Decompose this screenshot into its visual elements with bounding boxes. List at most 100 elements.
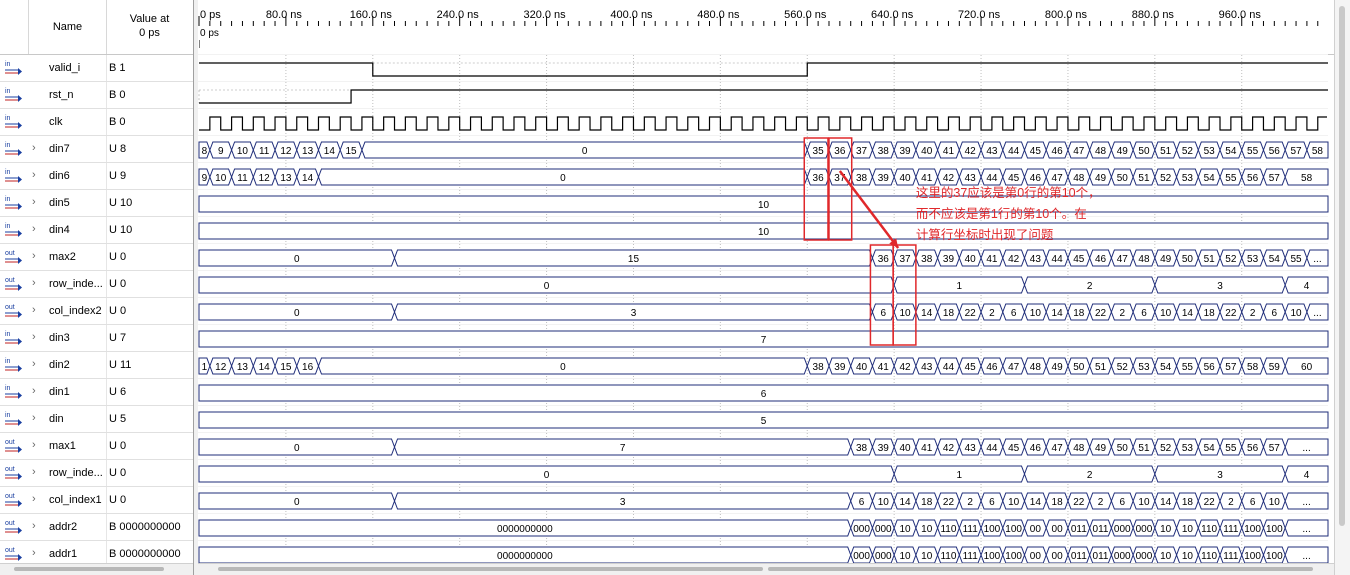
bus-value-label: 56 (1247, 173, 1259, 184)
signal-row[interactable]: in › din2 U 11 (0, 352, 193, 379)
signal-row[interactable]: in clk B 0 (0, 109, 193, 136)
expand-chevron-icon[interactable]: › (32, 547, 42, 559)
waveform-canvas[interactable]: 0 ps 80.0 ns 160.0 ns 240.0 ns 320.0 ns 400.0… (198, 0, 1334, 563)
bus-value-label: 2 (1087, 470, 1093, 481)
signal-row[interactable]: in › din1 U 6 (0, 379, 193, 406)
column-divider (106, 406, 107, 432)
bus-value-label: 37 (856, 146, 868, 157)
bus-value-label: 000 (875, 524, 892, 535)
bus-value-label: 2 (989, 308, 995, 319)
signal-row[interactable]: in › din4 U 10 (0, 217, 193, 244)
svg-text:in: in (5, 61, 11, 68)
input-pin-icon: in (4, 194, 24, 211)
signal-row[interactable]: in › din5 U 10 (0, 190, 193, 217)
signal-row[interactable]: out › addr2 B 0000000000 (0, 514, 193, 541)
expand-chevron-icon[interactable]: › (32, 277, 42, 289)
value-column-header[interactable]: Value at 0 ps (106, 12, 193, 40)
bus-value-label: 41 (943, 146, 955, 157)
bus-value-label: 58 (1301, 173, 1313, 184)
bus-value-label: 54 (1269, 254, 1281, 265)
bus-value-label: 58 (1247, 362, 1259, 373)
signal-row[interactable]: out › row_inde... U 0 (0, 271, 193, 298)
bus-value-label: 18 (1052, 497, 1064, 508)
expand-chevron-icon[interactable]: › (32, 358, 42, 370)
bus-value-label: 6 (761, 389, 767, 400)
signal-row[interactable]: out › col_index1 U 0 (0, 487, 193, 514)
signal-name: din (49, 413, 64, 425)
bus-value-label: 18 (921, 497, 933, 508)
bus-value-label: 100 (1244, 524, 1261, 535)
expand-chevron-icon[interactable]: › (32, 466, 42, 478)
signal-row[interactable]: in rst_n B 0 (0, 82, 193, 109)
waveform-panel[interactable]: 0 ps 80.0 ns 160.0 ns 240.0 ns 320.0 ns 400.0… (198, 0, 1334, 563)
bus-value-label: 000 (1136, 551, 1153, 562)
bus-value-label: 15 (346, 146, 358, 157)
expand-chevron-icon[interactable]: › (32, 169, 42, 181)
signal-row[interactable]: in › din6 U 9 (0, 163, 193, 190)
signal-value: U 7 (109, 332, 127, 344)
horizontal-scroll-thumb[interactable] (218, 567, 763, 571)
horizontal-scroll-thumb-right[interactable] (768, 567, 1313, 571)
signal-row[interactable]: out › max2 U 0 (0, 244, 193, 271)
bus-value-label: 47 (1052, 443, 1064, 454)
column-divider (106, 460, 107, 486)
bus-value-label: 40 (856, 362, 868, 373)
bus-value-label: 46 (986, 362, 998, 373)
name-column-header[interactable]: Name (28, 0, 107, 54)
bus-value-label: 011 (1071, 524, 1087, 535)
svg-text:in: in (5, 331, 11, 338)
bus-value-label: 16 (302, 362, 314, 373)
output-pin-icon: out (4, 518, 24, 535)
bit-waveform (199, 89, 1328, 104)
vertical-scrollbar[interactable] (1334, 0, 1350, 575)
signal-row[interactable]: in › din U 5 (0, 406, 193, 433)
bus-value-label: 12 (280, 146, 292, 157)
expand-chevron-icon[interactable]: › (32, 331, 42, 343)
signal-row[interactable]: in › din7 U 8 (0, 136, 193, 163)
signal-row[interactable]: in valid_i B 1 (0, 55, 193, 82)
bus-value-label: 10 (758, 227, 770, 238)
ruler-tick-label: 320.0 ns (523, 9, 566, 21)
bus-value-label: 14 (1160, 497, 1172, 508)
expand-chevron-icon[interactable]: › (32, 142, 42, 154)
bus-value-label: 100 (984, 551, 1001, 562)
bus-value-label: 51 (1138, 173, 1150, 184)
name-panel-scrollbar[interactable] (0, 563, 193, 575)
expand-chevron-icon[interactable]: › (32, 196, 42, 208)
bus-value-label: 49 (1095, 443, 1107, 454)
bus-value-label: 10 (921, 551, 933, 562)
bus-value-label: 45 (1073, 254, 1085, 265)
expand-chevron-icon[interactable]: › (32, 223, 42, 235)
column-divider (106, 55, 107, 81)
bus-value-label: 10 (878, 497, 890, 508)
signal-row[interactable]: out › row_inde... U 0 (0, 460, 193, 487)
expand-chevron-icon[interactable]: › (32, 520, 42, 532)
bus-value-label: 18 (1182, 497, 1194, 508)
name-panel-scroll-thumb[interactable] (14, 567, 164, 571)
signal-row[interactable]: in › din3 U 7 (0, 325, 193, 352)
bus-value-label: 55 (1290, 254, 1302, 265)
svg-text:out: out (5, 493, 15, 500)
horizontal-scrollbar[interactable] (198, 563, 1334, 575)
svg-text:out: out (5, 304, 15, 311)
bus-value-label: 42 (943, 443, 955, 454)
expand-chevron-icon[interactable]: › (32, 385, 42, 397)
signal-row[interactable]: out › max1 U 0 (0, 433, 193, 460)
bus-value-label: 43 (1030, 254, 1042, 265)
vertical-scroll-thumb[interactable] (1339, 6, 1345, 526)
expand-chevron-icon[interactable]: › (32, 250, 42, 262)
expand-chevron-icon[interactable]: › (32, 304, 42, 316)
expand-chevron-icon[interactable]: › (32, 493, 42, 505)
bus-value-label: 00 (1052, 524, 1064, 535)
signal-name: max1 (49, 440, 76, 452)
output-pin-icon: out (4, 545, 24, 562)
bus-value-label: 47 (1008, 362, 1020, 373)
bus-value-label: 46 (1030, 173, 1042, 184)
bus-value-label: 22 (1204, 497, 1216, 508)
expand-chevron-icon[interactable]: › (32, 412, 42, 424)
signal-row[interactable]: out › col_index2 U 0 (0, 298, 193, 325)
bus-value-label: 0 (294, 254, 300, 265)
bus-value-label: 48 (1073, 173, 1085, 184)
bus-value-label: 48 (1073, 443, 1085, 454)
expand-chevron-icon[interactable]: › (32, 439, 42, 451)
